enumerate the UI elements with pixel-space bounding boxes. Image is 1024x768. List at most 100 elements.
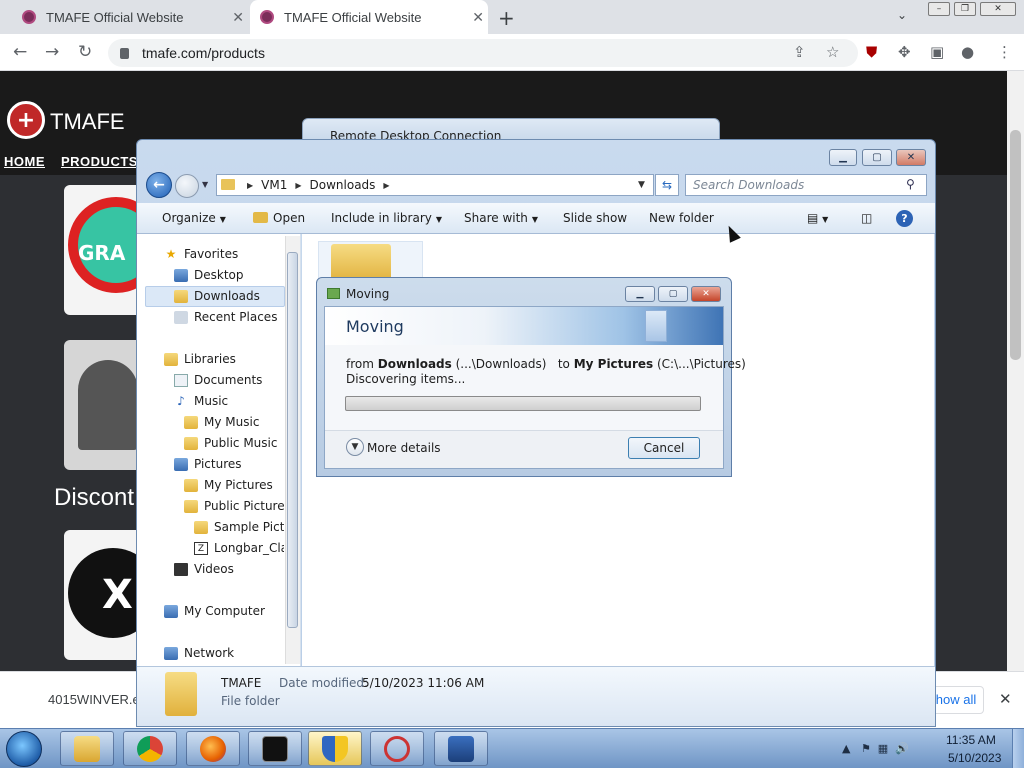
clock-time[interactable]: 11:35 AM xyxy=(946,733,996,747)
destination-folder-link[interactable]: My Pictures xyxy=(574,357,653,371)
videos-icon xyxy=(174,562,188,576)
nav-home-link[interactable]: HOME xyxy=(4,154,45,169)
breadcrumb-arrow-icon[interactable]: ▶ xyxy=(383,181,389,190)
slide-show-button[interactable]: Slide show xyxy=(563,211,627,225)
nav-item-videos[interactable]: Videos xyxy=(174,559,234,579)
download-bar-close-icon[interactable]: ✕ xyxy=(999,690,1012,708)
show-desktop-button[interactable] xyxy=(1012,729,1024,768)
bookmark-star-icon[interactable]: ☆ xyxy=(826,43,839,61)
start-button-icon[interactable] xyxy=(6,731,42,767)
tmafe-logo-icon[interactable]: + xyxy=(7,101,45,139)
back-arrow-icon[interactable]: ← xyxy=(13,42,27,62)
explorer-minimize-button[interactable]: ▁ xyxy=(829,149,857,166)
reload-icon[interactable]: ↻ xyxy=(78,42,92,62)
nav-item-longbar[interactable]: Z Longbar_Clas xyxy=(194,538,284,558)
preview-pane-icon[interactable]: ◫ xyxy=(861,211,872,225)
folder-icon xyxy=(184,478,198,492)
restore-window-button[interactable]: ❐ xyxy=(954,2,976,16)
address-dropdown-icon[interactable]: ▼ xyxy=(638,180,645,190)
nav-item-music[interactable]: ♪ Music xyxy=(174,391,228,411)
open-button[interactable]: Open xyxy=(253,211,305,225)
tab-search-chevron-icon[interactable]: ⌄ xyxy=(897,8,907,22)
nav-item-public-music[interactable]: Public Music xyxy=(184,433,277,453)
taskbar-rdc-button[interactable] xyxy=(434,731,488,766)
help-icon[interactable]: ? xyxy=(896,210,913,227)
tab-1-close-icon[interactable]: ✕ xyxy=(232,9,248,26)
profile-avatar-icon[interactable]: ● xyxy=(961,43,974,61)
nav-item-documents[interactable]: Documents xyxy=(174,370,262,390)
taskbar-snipping-button[interactable] xyxy=(370,731,424,766)
product-card-3[interactable]: X xyxy=(64,530,144,660)
nav-item-pictures[interactable]: Pictures xyxy=(174,454,242,474)
nav-item-network[interactable]: Network xyxy=(164,643,234,663)
explorer-address-bar[interactable]: ▶ VM1 ▶ Downloads ▶ xyxy=(216,174,654,196)
new-folder-button[interactable]: New folder xyxy=(649,211,714,225)
nav-item-libraries[interactable]: Libraries xyxy=(164,349,236,369)
recent-pages-chevron-icon[interactable]: ▼ xyxy=(202,180,208,189)
explorer-forward-icon[interactable] xyxy=(175,174,199,198)
nav-item-my-pictures[interactable]: My Pictures xyxy=(184,475,273,495)
taskbar-explorer-button[interactable] xyxy=(60,731,114,766)
search-downloads-input[interactable]: Search Downloads xyxy=(685,174,927,196)
breadcrumb-arrow-icon[interactable]: ▶ xyxy=(247,181,253,190)
breadcrumb-downloads[interactable]: Downloads xyxy=(310,178,376,192)
nav-item-sample-pictures[interactable]: Sample Pictu xyxy=(194,517,284,537)
nav-item-downloads[interactable]: Downloads xyxy=(174,286,260,306)
download-filename[interactable]: 4015WINVER.e: xyxy=(48,692,143,707)
taskbar-cmd-button[interactable] xyxy=(248,731,302,766)
close-window-button[interactable]: ✕ xyxy=(980,2,1016,16)
product-card-1[interactable]: GRA xyxy=(64,185,144,315)
change-view-icon[interactable]: ▤ ▼ xyxy=(807,211,828,225)
nav-item-my-computer[interactable]: My Computer xyxy=(164,601,265,621)
expand-chevron-icon[interactable]: ▼ xyxy=(346,438,364,456)
nav-item-desktop[interactable]: Desktop xyxy=(174,265,244,285)
tab-1[interactable]: TMAFE Official Website ✕ xyxy=(12,0,248,34)
side-panel-icon[interactable]: ▣ xyxy=(930,43,944,61)
explorer-maximize-button[interactable]: ▢ xyxy=(862,149,892,166)
clock-date[interactable]: 5/10/2023 xyxy=(948,751,1001,765)
forward-arrow-icon[interactable]: → xyxy=(45,42,59,62)
nav-item-favorites[interactable]: ★ Favorites xyxy=(164,244,239,264)
folder-icon xyxy=(221,179,235,190)
dialog-maximize-button[interactable]: ▢ xyxy=(658,286,688,302)
taskbar-chrome-button[interactable] xyxy=(123,731,177,766)
more-details-toggle[interactable]: More details xyxy=(367,441,441,455)
dialog-minimize-button[interactable]: ▁ xyxy=(625,286,655,302)
site-favicon-icon xyxy=(22,10,36,24)
tab-2-close-icon[interactable]: ✕ xyxy=(472,9,488,26)
address-bar[interactable]: tmafe.com/products xyxy=(108,39,858,67)
taskbar-firefox-button[interactable] xyxy=(186,731,240,766)
dialog-close-button[interactable]: ✕ xyxy=(691,286,721,302)
nav-products-link[interactable]: PRODUCTS xyxy=(61,154,138,169)
ublock-shield-icon[interactable]: ⛊ xyxy=(866,43,877,61)
search-icon[interactable]: ⚲ xyxy=(906,177,915,191)
menu-kebab-icon[interactable]: ⋮ xyxy=(997,43,1012,61)
page-scroll-thumb[interactable] xyxy=(1010,130,1021,360)
organize-button[interactable]: Organize ▼ xyxy=(162,211,226,225)
share-icon[interactable]: ⇪ xyxy=(793,43,806,61)
show-all-downloads-button[interactable]: how all xyxy=(928,686,984,714)
product-card-2[interactable] xyxy=(64,340,144,470)
nav-item-my-music[interactable]: My Music xyxy=(184,412,259,432)
share-with-button[interactable]: Share with ▼ xyxy=(464,211,538,225)
tab-2-active[interactable]: TMAFE Official Website ✕ xyxy=(250,0,488,34)
system-tray-icons[interactable]: ▲ ⚑ ▦ 🔊 xyxy=(842,742,909,755)
taskbar-uac-button[interactable] xyxy=(308,731,362,766)
tmafe-folder-item[interactable] xyxy=(318,241,423,282)
refresh-icon[interactable]: ⇆ xyxy=(655,174,679,196)
open-folder-icon xyxy=(253,212,268,223)
explorer-back-icon[interactable]: ← xyxy=(146,172,172,198)
include-in-library-button[interactable]: Include in library ▼ xyxy=(331,211,442,225)
nav-item-recent-places[interactable]: Recent Places xyxy=(174,307,277,327)
explorer-close-button[interactable]: ✕ xyxy=(896,149,926,166)
breadcrumb-arrow-icon[interactable]: ▶ xyxy=(295,181,301,190)
minimize-window-button[interactable]: – xyxy=(928,2,950,16)
nav-item-public-pictures[interactable]: Public Pictures xyxy=(184,496,284,516)
source-folder-link[interactable]: Downloads xyxy=(378,357,452,371)
site-brand[interactable]: TMAFE xyxy=(50,109,125,135)
cancel-button[interactable]: Cancel xyxy=(628,437,700,459)
breadcrumb-vm1[interactable]: VM1 xyxy=(261,178,287,192)
extensions-puzzle-icon[interactable]: ✥ xyxy=(898,43,911,61)
nav-scroll-thumb[interactable] xyxy=(287,252,298,628)
new-tab-button[interactable]: + xyxy=(498,6,515,30)
